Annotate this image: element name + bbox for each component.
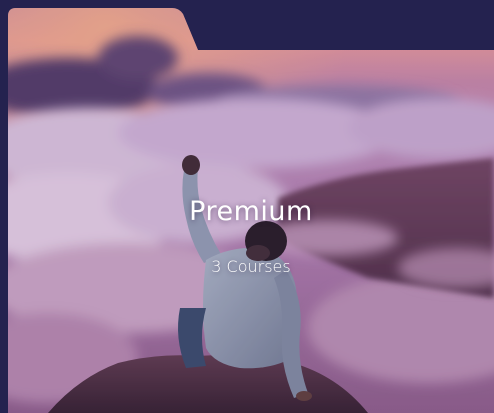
course-folder-card-premium[interactable]: Premium 3 Courses <box>8 8 494 413</box>
course-folder-title: Premium <box>189 196 313 227</box>
course-count-label: 3 Courses <box>211 257 291 276</box>
page-background: Premium 3 Courses <box>0 0 494 413</box>
